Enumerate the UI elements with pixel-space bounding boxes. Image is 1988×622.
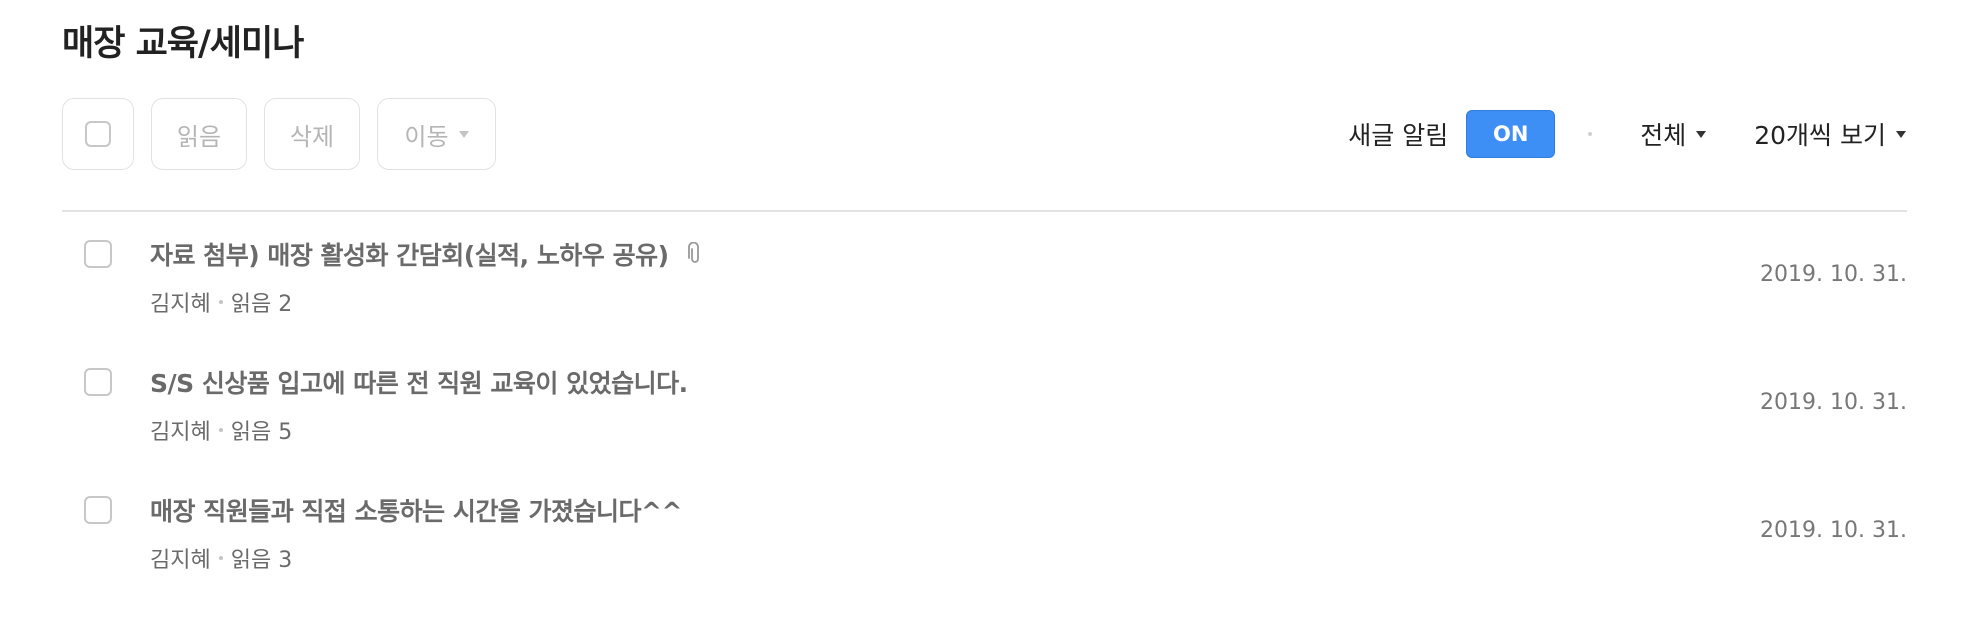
post-date: 2019. 10. 31. bbox=[1760, 262, 1907, 287]
post-title-line: 자료 첨부) 매장 활성화 간담회(실적, 노하우 공유) bbox=[150, 236, 703, 272]
separator-dot bbox=[1588, 132, 1593, 136]
post-row: 자료 첨부) 매장 활성화 간담회(실적, 노하우 공유) 김지혜 읽음 2 2… bbox=[62, 212, 1907, 340]
post-meta: 김지혜 읽음 3 bbox=[150, 542, 292, 574]
move-button[interactable]: 이동 bbox=[377, 98, 496, 170]
post-title-line: S/S 신상품 입고에 따른 전 직원 교육이 있었습니다. bbox=[150, 364, 688, 400]
post-author: 김지혜 bbox=[150, 548, 211, 573]
post-title[interactable]: 매장 직원들과 직접 소통하는 시간을 가졌습니다^^ bbox=[150, 492, 682, 528]
meta-separator-dot bbox=[218, 300, 223, 304]
delete-button[interactable]: 삭제 bbox=[264, 98, 360, 170]
mark-read-button[interactable]: 읽음 bbox=[151, 98, 247, 170]
post-row: 매장 직원들과 직접 소통하는 시간을 가졌습니다^^ 김지혜 읽음 3 201… bbox=[62, 468, 1907, 596]
post-author: 김지혜 bbox=[150, 292, 211, 317]
page-size-dropdown[interactable]: 20개씩 보기 bbox=[1754, 116, 1906, 152]
caret-down-icon bbox=[1696, 130, 1707, 138]
view-options-toolbar: 새글 알림 ON 전체 20개씩 보기 bbox=[1348, 108, 1906, 160]
filter-dropdown-label: 전체 bbox=[1640, 121, 1687, 150]
meta-separator-dot bbox=[218, 428, 223, 432]
post-read-count: 읽음 5 bbox=[230, 420, 293, 445]
caret-down-icon bbox=[1896, 130, 1906, 138]
filter-dropdown[interactable]: 전체 bbox=[1640, 116, 1707, 152]
board-page: 매장 교육/세미나 읽음 삭제 이동 새글 알림 ON 전체 20개씩 보기 자… bbox=[0, 0, 1988, 622]
new-post-notification-toggle[interactable]: ON bbox=[1466, 110, 1556, 158]
post-title[interactable]: S/S 신상품 입고에 따른 전 직원 교육이 있었습니다. bbox=[150, 364, 688, 400]
post-read-count: 읽음 2 bbox=[230, 292, 293, 317]
post-meta: 김지혜 읽음 2 bbox=[150, 286, 292, 318]
select-all-button[interactable] bbox=[62, 98, 134, 170]
post-title-line: 매장 직원들과 직접 소통하는 시간을 가졌습니다^^ bbox=[150, 492, 682, 528]
post-list: 자료 첨부) 매장 활성화 간담회(실적, 노하우 공유) 김지혜 읽음 2 2… bbox=[62, 212, 1907, 596]
attachment-clip-icon bbox=[687, 242, 699, 263]
select-all-checkbox[interactable] bbox=[85, 121, 111, 147]
new-post-notification-label: 새글 알림 bbox=[1348, 121, 1449, 150]
post-read-count: 읽음 3 bbox=[230, 548, 293, 573]
move-button-label: 이동 bbox=[404, 122, 449, 151]
page-size-dropdown-label: 20개씩 보기 bbox=[1754, 121, 1886, 150]
post-checkbox[interactable] bbox=[84, 496, 112, 524]
post-date: 2019. 10. 31. bbox=[1760, 518, 1907, 543]
page-title: 매장 교육/세미나 bbox=[62, 24, 304, 64]
post-checkbox[interactable] bbox=[84, 240, 112, 268]
post-author: 김지혜 bbox=[150, 420, 211, 445]
post-meta: 김지혜 읽음 5 bbox=[150, 414, 292, 446]
post-date: 2019. 10. 31. bbox=[1760, 390, 1907, 415]
caret-down-icon bbox=[458, 130, 469, 138]
bulk-action-toolbar: 읽음 삭제 이동 bbox=[62, 98, 496, 170]
post-title[interactable]: 자료 첨부) 매장 활성화 간담회(실적, 노하우 공유) bbox=[150, 236, 669, 272]
post-checkbox[interactable] bbox=[84, 368, 112, 396]
post-row: S/S 신상품 입고에 따른 전 직원 교육이 있었습니다. 김지혜 읽음 5 … bbox=[62, 340, 1907, 468]
meta-separator-dot bbox=[218, 556, 223, 560]
